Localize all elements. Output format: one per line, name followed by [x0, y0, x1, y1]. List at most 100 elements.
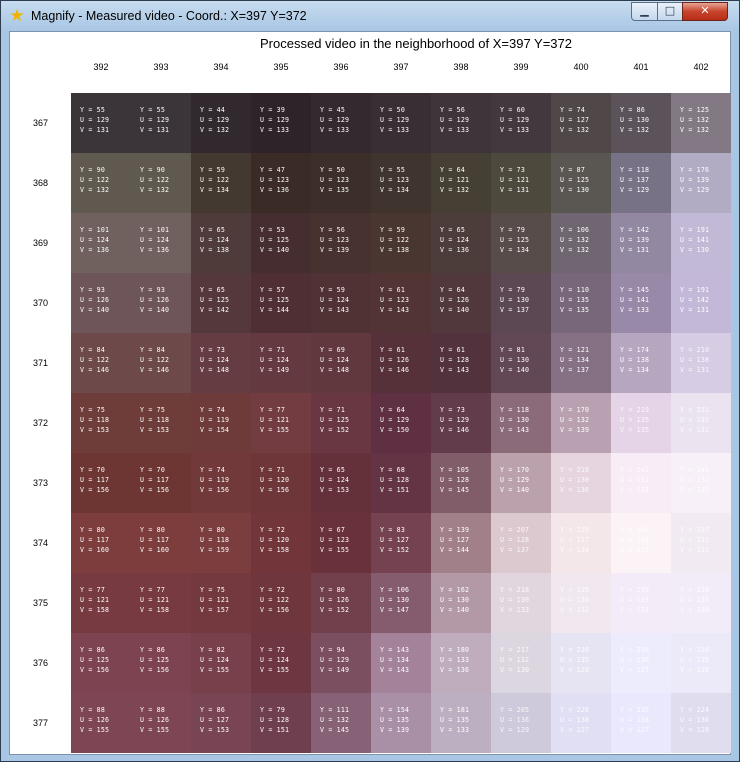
- view-heading: Processed video in the neighborhood of X…: [260, 36, 572, 51]
- pixel-cell: Y = 61 U = 123 V = 143: [371, 273, 431, 333]
- pixel-cell: Y = 93 U = 126 V = 140: [131, 273, 191, 333]
- pixel-cell: Y = 80 U = 117 V = 160: [71, 513, 131, 573]
- column-label: 401: [633, 62, 649, 72]
- pixel-cell: Y = 218 U = 130 V = 133: [491, 573, 551, 633]
- pixel-cell: Y = 50 U = 129 V = 133: [371, 93, 431, 153]
- pixel-cell: Y = 50 U = 123 V = 135: [311, 153, 371, 213]
- pixel-cell: Y = 139 U = 127 V = 144: [431, 513, 491, 573]
- column-label: 400: [573, 62, 589, 72]
- pixel-cell: Y = 61 U = 126 V = 146: [371, 333, 431, 393]
- pixel-cell: Y = 174 U = 138 V = 134: [611, 333, 671, 393]
- pixel-cell: Y = 207 U = 128 V = 137: [491, 513, 551, 573]
- pixel-cell: Y = 230 U = 135 V = 128: [551, 633, 611, 693]
- pixel-cell: Y = 238 U = 136 V = 127: [611, 633, 671, 693]
- pixel-cell: Y = 71 U = 124 V = 149: [251, 333, 311, 393]
- pixel-cell: Y = 70 U = 117 V = 156: [71, 453, 131, 513]
- pixel-cell: Y = 162 U = 130 V = 140: [431, 573, 491, 633]
- row-label: 368: [32, 178, 49, 188]
- pixel-cell: Y = 210 U = 138 V = 131: [671, 333, 731, 393]
- maximize-button[interactable]: □: [657, 2, 683, 21]
- pixel-cell: Y = 72 U = 124 V = 155: [251, 633, 311, 693]
- pixel-cell: Y = 93 U = 126 V = 140: [71, 273, 131, 333]
- pixel-cell: Y = 59 U = 122 V = 138: [371, 213, 431, 273]
- minimize-button[interactable]: ▁: [631, 2, 658, 21]
- pixel-cell: Y = 181 U = 135 V = 133: [431, 693, 491, 753]
- pixel-cell: Y = 74 U = 119 V = 156: [191, 453, 251, 513]
- column-label: 396: [333, 62, 349, 72]
- pixel-cell: Y = 53 U = 125 V = 140: [251, 213, 311, 273]
- pixel-cell: Y = 44 U = 129 V = 132: [191, 93, 251, 153]
- pixel-cell: Y = 59 U = 124 V = 143: [311, 273, 371, 333]
- pixel-cell: Y = 219 U = 130 V = 136: [551, 453, 611, 513]
- row-label: 376: [32, 658, 49, 668]
- pixel-cell: Y = 65 U = 124 V = 153: [311, 453, 371, 513]
- pixel-cell: Y = 239 U = 133 V = 131: [611, 573, 671, 633]
- pixel-cell: Y = 80 U = 117 V = 160: [131, 513, 191, 573]
- row-label: 367: [32, 118, 49, 128]
- pixel-cell: Y = 39 U = 129 V = 133: [251, 93, 311, 153]
- row-label: 377: [32, 718, 49, 728]
- pixel-cell: Y = 231 U = 133 V = 131: [671, 393, 731, 453]
- pixel-cell: Y = 90 U = 122 V = 132: [131, 153, 191, 213]
- pixel-cell: Y = 243 U = 131 V = 131: [671, 453, 731, 513]
- pixel-cell: Y = 94 U = 129 V = 149: [311, 633, 371, 693]
- pixel-cell: Y = 86 U = 130 V = 132: [611, 93, 671, 153]
- pixel-cell: Y = 101 U = 124 V = 136: [71, 213, 131, 273]
- pixel-cell: Y = 125 U = 132 V = 132: [671, 93, 731, 153]
- pixel-cell: Y = 61 U = 128 V = 143: [431, 333, 491, 393]
- pixel-cell: Y = 55 U = 129 V = 131: [71, 93, 131, 153]
- window-title: Magnify - Measured video - Coord.: X=397…: [31, 9, 307, 23]
- pixel-cell: Y = 60 U = 129 V = 133: [491, 93, 551, 153]
- pixel-cell: Y = 88 U = 126 V = 155: [131, 693, 191, 753]
- row-label: 369: [32, 238, 49, 248]
- column-label: 399: [513, 62, 529, 72]
- row-label: 372: [32, 418, 49, 428]
- pixel-cell: Y = 82 U = 124 V = 155: [191, 633, 251, 693]
- column-label: 392: [93, 62, 109, 72]
- pixel-cell: Y = 83 U = 127 V = 152: [371, 513, 431, 573]
- pixel-cell: Y = 74 U = 119 V = 154: [191, 393, 251, 453]
- row-coordinate-labels: 367 368 369 370 371 372 373 374 375 376 377: [10, 93, 71, 753]
- pixel-cell: Y = 57 U = 125 V = 144: [251, 273, 311, 333]
- pixel-cell: Y = 90 U = 122 V = 132: [71, 153, 131, 213]
- pixel-cell: Y = 246 U = 128 V = 132: [611, 513, 671, 573]
- pixel-cell: Y = 143 U = 134 V = 143: [371, 633, 431, 693]
- pixel-cell: Y = 47 U = 123 V = 136: [251, 153, 311, 213]
- pixel-cell: Y = 56 U = 123 V = 139: [311, 213, 371, 273]
- title-bar[interactable]: ★ Magnify - Measured video - Coord.: X=3…: [1, 1, 739, 31]
- pixel-cell: Y = 79 U = 128 V = 151: [251, 693, 311, 753]
- pixel-cell: Y = 80 U = 118 V = 159: [191, 513, 251, 573]
- pixel-cell: Y = 191 U = 141 V = 130: [671, 213, 731, 273]
- pixel-cell: Y = 145 U = 141 V = 133: [611, 273, 671, 333]
- pixel-cell: Y = 154 U = 135 V = 139: [371, 693, 431, 753]
- pixel-cell: Y = 236 U = 135 V = 128: [671, 633, 731, 693]
- pixel-cell: Y = 79 U = 130 V = 137: [491, 273, 551, 333]
- column-label: 395: [273, 62, 289, 72]
- pixel-cell: Y = 59 U = 122 V = 134: [191, 153, 251, 213]
- pixel-cell: Y = 65 U = 125 V = 142: [191, 273, 251, 333]
- pixel-cell: Y = 70 U = 117 V = 156: [131, 453, 191, 513]
- pixel-cell: Y = 239 U = 133 V = 130: [671, 573, 731, 633]
- column-coordinate-labels: 392 393 394 395 396 397 398 399 400 401 402: [71, 62, 731, 76]
- pixel-cell: Y = 55 U = 123 V = 134: [371, 153, 431, 213]
- pixel-cell: Y = 75 U = 121 V = 157: [191, 573, 251, 633]
- pixel-cell: Y = 86 U = 125 V = 156: [71, 633, 131, 693]
- pixel-cell: Y = 237 U = 131 V = 131: [671, 513, 731, 573]
- pixel-cell: Y = 65 U = 124 V = 138: [191, 213, 251, 273]
- pixel-cell: Y = 64 U = 121 V = 132: [431, 153, 491, 213]
- star-icon: ★: [9, 6, 25, 26]
- pixel-grid: Y = 55 U = 129 V = 131 Y = 55 U = 129 V =…: [71, 93, 731, 753]
- column-label: 394: [213, 62, 229, 72]
- pixel-cell: Y = 111 U = 132 V = 145: [311, 693, 371, 753]
- magnify-view: Processed video in the neighborhood of X…: [9, 31, 731, 755]
- pixel-cell: Y = 235 U = 127 V = 134: [551, 513, 611, 573]
- close-button[interactable]: ✕: [682, 2, 728, 21]
- magnify-window: ★ Magnify - Measured video - Coord.: X=3…: [0, 0, 740, 762]
- pixel-cell: Y = 81 U = 130 V = 140: [491, 333, 551, 393]
- row-label: 373: [32, 478, 49, 488]
- pixel-cell: Y = 217 U = 132 V = 130: [491, 633, 551, 693]
- pixel-cell: Y = 118 U = 130 V = 143: [491, 393, 551, 453]
- column-label: 398: [453, 62, 469, 72]
- row-label: 371: [32, 358, 49, 368]
- pixel-cell: Y = 191 U = 142 V = 131: [671, 273, 731, 333]
